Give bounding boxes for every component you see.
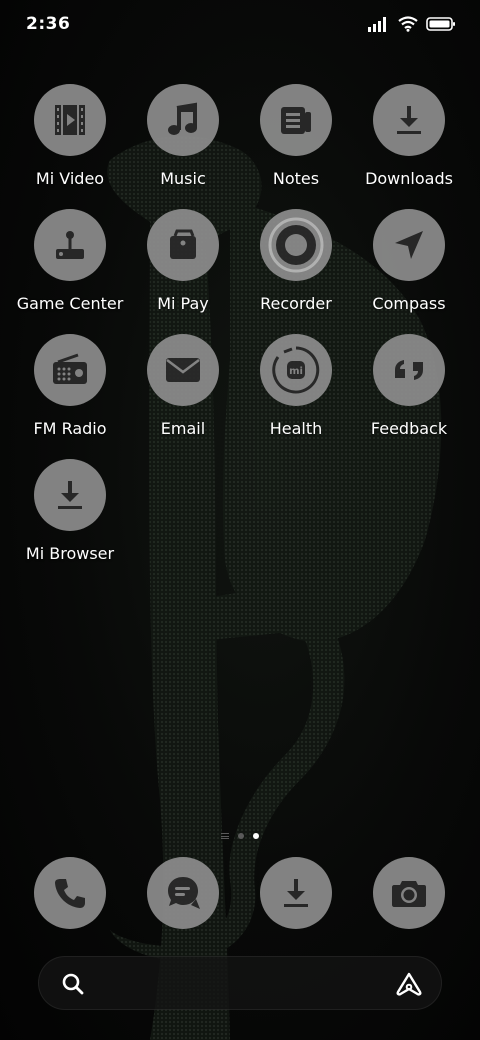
app-icon-bg <box>373 334 445 406</box>
dock-messages[interactable] <box>147 857 219 929</box>
app-mi-browser[interactable]: Mi Browser <box>10 459 130 577</box>
message-icon <box>168 877 200 909</box>
feedback-icon <box>395 360 423 380</box>
download-icon <box>58 481 82 509</box>
app-label: Email <box>160 419 206 438</box>
app-label: Downloads <box>365 169 453 188</box>
app-icon-bg <box>34 334 106 406</box>
app-notes[interactable]: Notes <box>236 84 356 202</box>
app-label: FM Radio <box>33 419 107 438</box>
download-icon <box>284 879 308 907</box>
page-dot-active <box>253 833 259 839</box>
page-indicator-minus-one <box>221 833 229 839</box>
app-compass[interactable]: Compass <box>349 209 469 327</box>
app-label: Mi Video <box>35 169 105 188</box>
phone-icon <box>55 879 85 908</box>
search-bar[interactable] <box>38 956 442 1010</box>
app-mi-pay[interactable]: Mi Pay <box>123 209 243 327</box>
app-feedback[interactable]: Feedback <box>349 334 469 452</box>
record-icon <box>268 217 324 273</box>
app-label: Recorder <box>260 294 332 313</box>
status-icons <box>368 14 456 34</box>
wallet-icon <box>170 229 196 259</box>
app-label: Mi Pay <box>157 294 209 313</box>
signal-icon <box>368 17 386 32</box>
svg-text:mi: mi <box>289 366 303 377</box>
app-recorder[interactable]: Recorder <box>236 209 356 327</box>
app-icon-bg <box>34 459 106 531</box>
download-icon <box>397 106 421 134</box>
app-label: Music <box>160 169 206 188</box>
dock-phone[interactable] <box>34 857 106 929</box>
app-label: Notes <box>272 169 320 188</box>
page-indicator[interactable] <box>0 830 480 842</box>
wifi-icon <box>398 16 418 32</box>
camera-icon <box>392 881 426 907</box>
search-icon <box>62 973 84 995</box>
app-icon-bg <box>147 209 219 281</box>
app-icon-bg <box>260 209 332 281</box>
joystick-icon <box>56 231 84 259</box>
page-dot <box>238 833 244 839</box>
app-label: Game Center <box>16 294 124 313</box>
assistant-icon[interactable] <box>395 971 423 997</box>
app-label: Compass <box>372 294 446 313</box>
video-icon <box>55 105 85 135</box>
app-icon-bg <box>147 84 219 156</box>
notes-icon <box>281 107 311 134</box>
compass-icon <box>395 231 423 259</box>
clock: 2:36 <box>26 14 71 34</box>
app-email[interactable]: Email <box>123 334 243 452</box>
status-bar: 2:36 <box>0 0 480 50</box>
music-icon <box>168 102 197 135</box>
radio-icon <box>53 353 87 384</box>
app-label: Health <box>269 419 323 438</box>
app-label: Mi Browser <box>25 544 115 563</box>
dock-camera[interactable] <box>373 857 445 929</box>
mail-icon <box>166 358 200 382</box>
dock-downloads[interactable] <box>260 857 332 929</box>
app-health[interactable]: mi Health <box>236 334 356 452</box>
app-mi-video[interactable]: Mi Video <box>10 84 130 202</box>
app-fm-radio[interactable]: FM Radio <box>10 334 130 452</box>
app-icon-bg <box>34 84 106 156</box>
battery-icon <box>426 17 455 31</box>
app-label: Feedback <box>370 419 448 438</box>
app-game-center[interactable]: Game Center <box>10 209 130 327</box>
app-icon-bg <box>147 334 219 406</box>
app-downloads[interactable]: Downloads <box>349 84 469 202</box>
app-music[interactable]: Music <box>123 84 243 202</box>
health-icon: mi <box>272 346 320 394</box>
app-icon-bg <box>34 209 106 281</box>
home-screen: 2:36 Mi Video Music Notes Downloads Game… <box>0 0 480 1040</box>
app-icon-bg <box>373 84 445 156</box>
app-icon-bg: mi <box>260 334 332 406</box>
app-icon-bg <box>373 209 445 281</box>
app-icon-bg <box>260 84 332 156</box>
